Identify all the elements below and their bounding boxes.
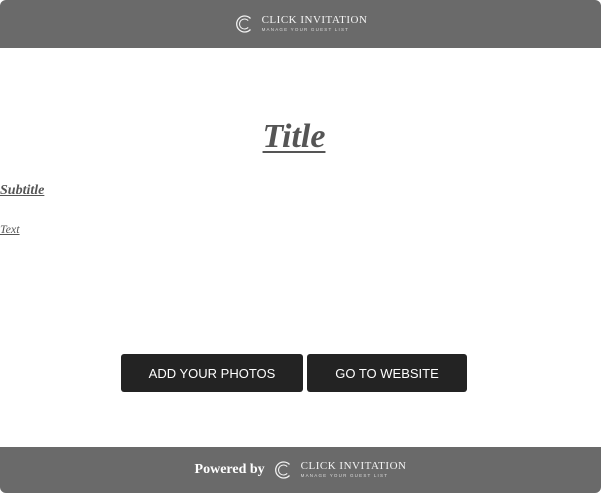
page-title: Title (262, 118, 326, 155)
header-logo: CLICK INVITATION MANAGE YOUR GUEST LIST (234, 13, 368, 35)
header-logo-tagline: MANAGE YOUR GUEST LIST (261, 27, 350, 33)
powered-by-label: Powered by (194, 462, 265, 477)
page-text: Text (0, 222, 20, 236)
footer-logo-name: CLICK INVITATION (300, 460, 407, 473)
email-page: CLICK INVITATION MANAGE YOUR GUEST LIST … (0, 0, 601, 493)
footer-bar: Powered by CLICK INVITATION MANAGE YOUR … (0, 447, 601, 493)
header-logo-name: CLICK INVITATION (261, 14, 368, 27)
action-buttons: ADD YOUR PHOTOS GO TO WEBSITE (121, 354, 467, 392)
header-bar: CLICK INVITATION MANAGE YOUR GUEST LIST (0, 0, 601, 48)
click-invitation-logo-icon (234, 13, 256, 35)
footer-logo[interactable]: CLICK INVITATION MANAGE YOUR GUEST LIST (273, 459, 407, 481)
footer-logo-tagline: MANAGE YOUR GUEST LIST (300, 473, 389, 479)
footer-logo-text: CLICK INVITATION MANAGE YOUR GUEST LIST (301, 461, 407, 479)
go-to-website-button[interactable]: GO TO WEBSITE (307, 354, 467, 392)
click-invitation-logo-icon (273, 459, 295, 481)
page-subtitle: Subtitle (0, 183, 45, 198)
header-logo-text: CLICK INVITATION MANAGE YOUR GUEST LIST (262, 15, 368, 33)
add-your-photos-button[interactable]: ADD YOUR PHOTOS (121, 354, 303, 392)
